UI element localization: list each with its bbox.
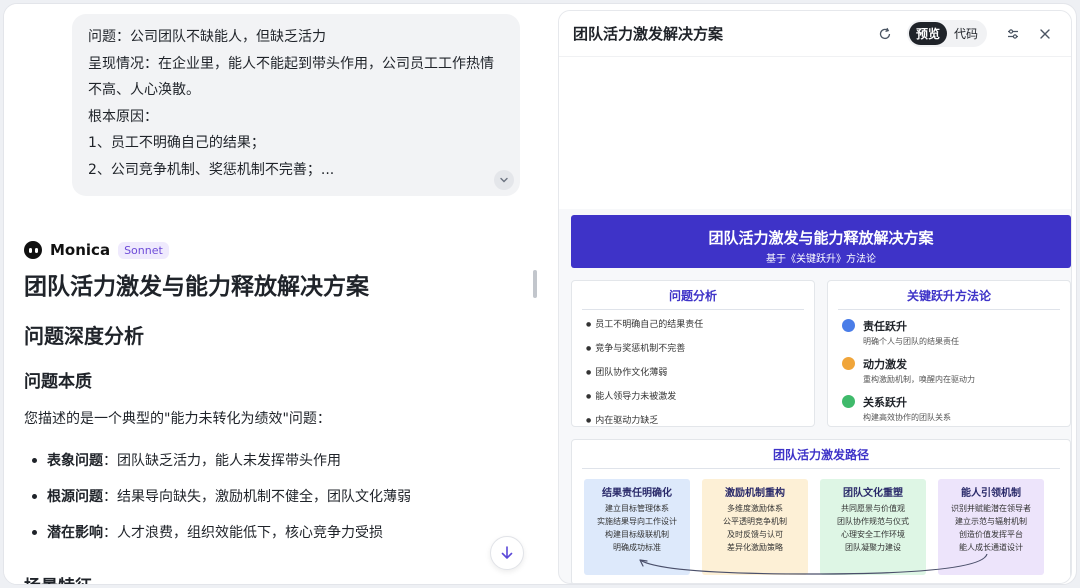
preview-canvas: 团队活力激发与能力释放解决方案 基于《关键跃升》方法论 问题分析 员工不明确自己… bbox=[571, 215, 1071, 583]
method-name: 关系跃升 bbox=[863, 396, 907, 409]
step-line: 实施结果导向工作设计 bbox=[597, 517, 677, 526]
analysis-cards: 问题分析 员工不明确自己的结果责任 竞争与奖惩机制不完善 团队协作文化薄弱 能人… bbox=[571, 280, 1071, 427]
step-name: 能人引领机制 bbox=[961, 488, 1021, 499]
bullet-label: 根源问题 bbox=[47, 488, 103, 505]
step-line: 共同愿景与价值观 bbox=[841, 504, 905, 513]
user-message-line: 1、员工不明确自己的结果； bbox=[88, 135, 265, 151]
method-list: 责任跃升明确个人与团队的结果责任 动力激发重构激励机制，唤醒内在驱动力 关系跃升… bbox=[828, 310, 1070, 440]
user-message-line: 2、公司竞争机制、奖惩机制不完善；... bbox=[88, 161, 335, 178]
step-name: 团队文化重塑 bbox=[843, 488, 903, 499]
step-line: 公平透明竞争机制 bbox=[723, 517, 787, 526]
bullet-label: 潜在影响 bbox=[47, 524, 103, 541]
sliders-icon bbox=[1008, 28, 1018, 39]
answer-section-heading: 问题深度分析 bbox=[24, 323, 144, 348]
problem-analysis-card: 问题分析 员工不明确自己的结果责任 竞争与奖惩机制不完善 团队协作文化薄弱 能人… bbox=[571, 280, 815, 427]
bot-header: Monica Sonnet bbox=[24, 241, 169, 259]
answer-bullet-list: 表象问题 ：团队缺乏活力，能人未发挥带头作用 根源问题 ：结果导向缺失，激励机制不健… bbox=[24, 450, 524, 542]
user-message-bubble: 问题：公司团队不缺能人，但缺乏活力 呈现情况：在企业里，能人不能起到带头作用，公… bbox=[72, 14, 520, 196]
list-item: 潜在影响 ：人才浪费，组织效能低下，核心竞争力受损 bbox=[28, 522, 524, 542]
card-title: 关键跃升方法论 bbox=[838, 281, 1060, 310]
user-message-line: 根本原因： bbox=[88, 108, 158, 125]
preview-panel: 团队活力激发解决方案 预览 代码 团队活力激发与能力释放解决方案 基于《关键跃升… bbox=[558, 10, 1072, 584]
list-item: 团队协作文化薄弱 bbox=[586, 365, 800, 378]
cycle-arrow-icon bbox=[639, 553, 988, 575]
method-desc: 明确个人与团队的结果责任 bbox=[863, 337, 959, 346]
method-dot-icon bbox=[842, 395, 855, 408]
bullet-text: ：结果导向缺失，激励机制不健全，团队文化薄弱 bbox=[103, 488, 411, 505]
close-icon bbox=[1040, 28, 1050, 39]
step-line: 构建目标级联机制 bbox=[605, 530, 669, 539]
step-line: 及时反馈与认可 bbox=[727, 530, 783, 539]
problem-list: 员工不明确自己的结果责任 竞争与奖惩机制不完善 团队协作文化薄弱 能人领导力未被… bbox=[572, 310, 814, 444]
step-line: 创造价值发挥平台 bbox=[959, 530, 1023, 539]
bot-answer: 团队活力激发与能力释放解决方案 问题深度分析 问题本质 您描述的是一个典型的"能… bbox=[24, 274, 524, 558]
step-line: 心理安全工作环境 bbox=[841, 530, 905, 539]
step-line: 团队协作规范与仪式 bbox=[837, 517, 909, 526]
method-desc: 构建高效协作的团队关系 bbox=[863, 413, 951, 422]
step-line: 建立目标管理体系 bbox=[605, 504, 669, 513]
bot-name: Monica bbox=[50, 241, 111, 259]
step-line: 识别并赋能潜在领导者 bbox=[951, 504, 1031, 513]
refresh-icon bbox=[879, 27, 891, 39]
list-item: 根源问题 ：结果导向缺失，激励机制不健全，团队文化薄弱 bbox=[28, 486, 524, 506]
method-dot-icon bbox=[842, 357, 855, 370]
view-toggle: 预览 代码 bbox=[906, 20, 987, 47]
list-item: 员工不明确自己的结果责任 bbox=[586, 317, 800, 330]
bot-avatar-icon bbox=[24, 241, 42, 259]
step-name: 激励机制重构 bbox=[725, 488, 785, 499]
methodology-card: 关键跃升方法论 责任跃升明确个人与团队的结果责任 动力激发重构激励机制，唤醒内在… bbox=[827, 280, 1071, 427]
scroll-to-bottom-button[interactable] bbox=[490, 536, 524, 570]
bullet-text: ：团队缺乏活力，能人未发挥带头作用 bbox=[103, 452, 341, 469]
answer-next-heading: 场景特征 bbox=[24, 572, 92, 584]
settings-button[interactable] bbox=[1001, 22, 1025, 46]
path-title: 团队活力激发路径 bbox=[582, 440, 1060, 469]
list-item: 内在驱动力缺乏 bbox=[586, 413, 800, 426]
preview-blank-area bbox=[559, 57, 1071, 209]
arrow-down-icon bbox=[501, 546, 513, 559]
card-title: 问题分析 bbox=[582, 281, 804, 310]
answer-intro: 您描述的是一个典型的"能力未转化为绩效"问题： bbox=[24, 410, 331, 427]
method-dot-icon bbox=[842, 319, 855, 332]
list-item: 竞争与奖惩机制不完善 bbox=[586, 341, 800, 354]
chevron-down-icon bbox=[500, 177, 508, 183]
refresh-button[interactable] bbox=[873, 22, 897, 46]
list-item: 关系跃升构建高效协作的团队关系 bbox=[842, 394, 1056, 423]
bullet-label: 表象问题 bbox=[47, 452, 103, 469]
bullet-text: ：人才浪费，组织效能低下，核心竞争力受损 bbox=[103, 524, 383, 541]
panel-title: 团队活力激发解决方案 bbox=[573, 25, 724, 43]
user-message-line: 呈现情况：在企业里，能人不能起到带头作用，公司员工工作热情不高、人心涣散。 bbox=[88, 55, 494, 99]
banner-title: 团队活力激发与能力释放解决方案 bbox=[708, 229, 934, 247]
panel-header: 团队活力激发解决方案 预览 代码 bbox=[559, 11, 1071, 57]
tab-code[interactable]: 代码 bbox=[947, 22, 985, 45]
expand-message-button[interactable] bbox=[494, 170, 514, 190]
chat-pane: 问题：公司团队不缺能人，但缺乏活力 呈现情况：在企业里，能人不能起到带头作用，公… bbox=[4, 4, 554, 584]
banner-subtitle: 基于《关键跃升》方法论 bbox=[766, 254, 876, 265]
list-item: 责任跃升明确个人与团队的结果责任 bbox=[842, 318, 1056, 347]
step-line: 建立示范与辐射机制 bbox=[955, 517, 1027, 526]
answer-subsection-heading: 问题本质 bbox=[24, 371, 92, 392]
list-item: 表象问题 ：团队缺乏活力，能人未发挥带头作用 bbox=[28, 450, 524, 470]
method-name: 责任跃升 bbox=[863, 320, 907, 333]
app-window: 问题：公司团队不缺能人，但缺乏活力 呈现情况：在企业里，能人不能起到带头作用，公… bbox=[3, 3, 1077, 585]
user-message-line: 问题：公司团队不缺能人，但缺乏活力 bbox=[88, 29, 326, 45]
chat-scrollbar[interactable] bbox=[533, 270, 537, 298]
model-badge: Sonnet bbox=[118, 241, 169, 259]
close-button[interactable] bbox=[1033, 22, 1057, 46]
tab-preview[interactable]: 预览 bbox=[908, 22, 947, 45]
activation-path: 团队活力激发路径 结果责任明确化 建立目标管理体系 实施结果导向工作设计 构建目… bbox=[571, 439, 1071, 583]
step-line: 多维度激励体系 bbox=[727, 504, 783, 513]
solution-banner: 团队活力激发与能力释放解决方案 基于《关键跃升》方法论 bbox=[571, 215, 1071, 268]
method-desc: 重构激励机制，唤醒内在驱动力 bbox=[863, 375, 975, 384]
list-item: 能人领导力未被激发 bbox=[586, 389, 800, 402]
list-item: 动力激发重构激励机制，唤醒内在驱动力 bbox=[842, 356, 1056, 385]
answer-title: 团队活力激发与能力释放解决方案 bbox=[24, 274, 369, 300]
step-name: 结果责任明确化 bbox=[602, 488, 672, 499]
method-name: 动力激发 bbox=[863, 358, 907, 371]
